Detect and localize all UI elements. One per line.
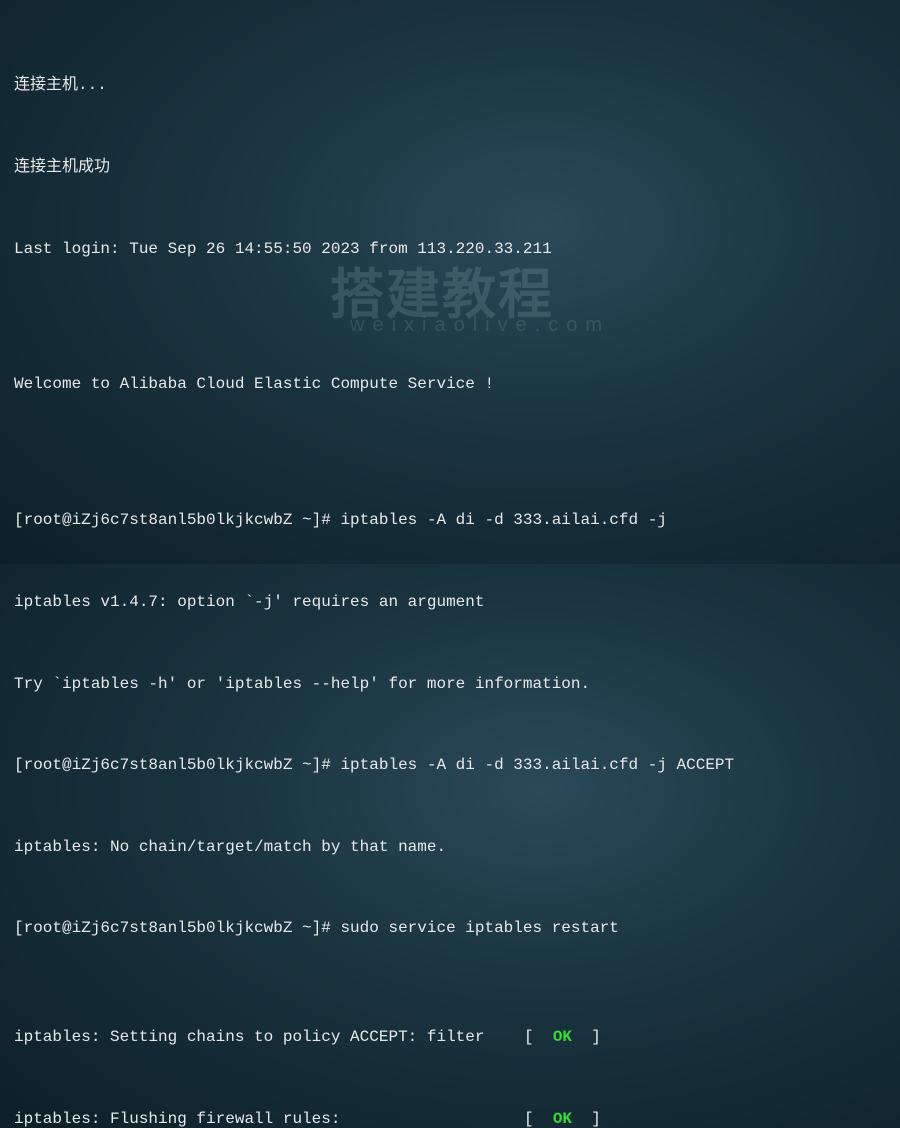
command-line-3: [root@iZj6c7st8anl5b0lkjkcwbZ ~]# sudo s… (14, 915, 886, 942)
status-indicator: [ OK ] (524, 1024, 601, 1051)
error-output-1: iptables v1.4.7: option `-j' requires an… (14, 589, 886, 616)
status-row: iptables: Setting chains to policy ACCEP… (14, 1024, 886, 1051)
error-output-3: iptables: No chain/target/match by that … (14, 834, 886, 861)
error-output-2: Try `iptables -h' or 'iptables --help' f… (14, 671, 886, 698)
status-row: iptables: Flushing firewall rules: [ OK … (14, 1106, 886, 1128)
status-indicator: [ OK ] (524, 1106, 601, 1128)
connecting-text: 连接主机... (14, 72, 886, 99)
command-line-2: [root@iZj6c7st8anl5b0lkjkcwbZ ~]# iptabl… (14, 752, 886, 779)
status-message: iptables: Flushing firewall rules: (14, 1106, 524, 1128)
welcome-text: Welcome to Alibaba Cloud Elastic Compute… (14, 371, 886, 398)
last-login-text: Last login: Tue Sep 26 14:55:50 2023 fro… (14, 236, 886, 263)
terminal-window[interactable]: 连接主机... 连接主机成功 Last login: Tue Sep 26 14… (14, 18, 886, 1128)
command-line-1: [root@iZj6c7st8anl5b0lkjkcwbZ ~]# iptabl… (14, 507, 886, 534)
status-message: iptables: Setting chains to policy ACCEP… (14, 1024, 524, 1051)
connected-text: 连接主机成功 (14, 154, 886, 181)
